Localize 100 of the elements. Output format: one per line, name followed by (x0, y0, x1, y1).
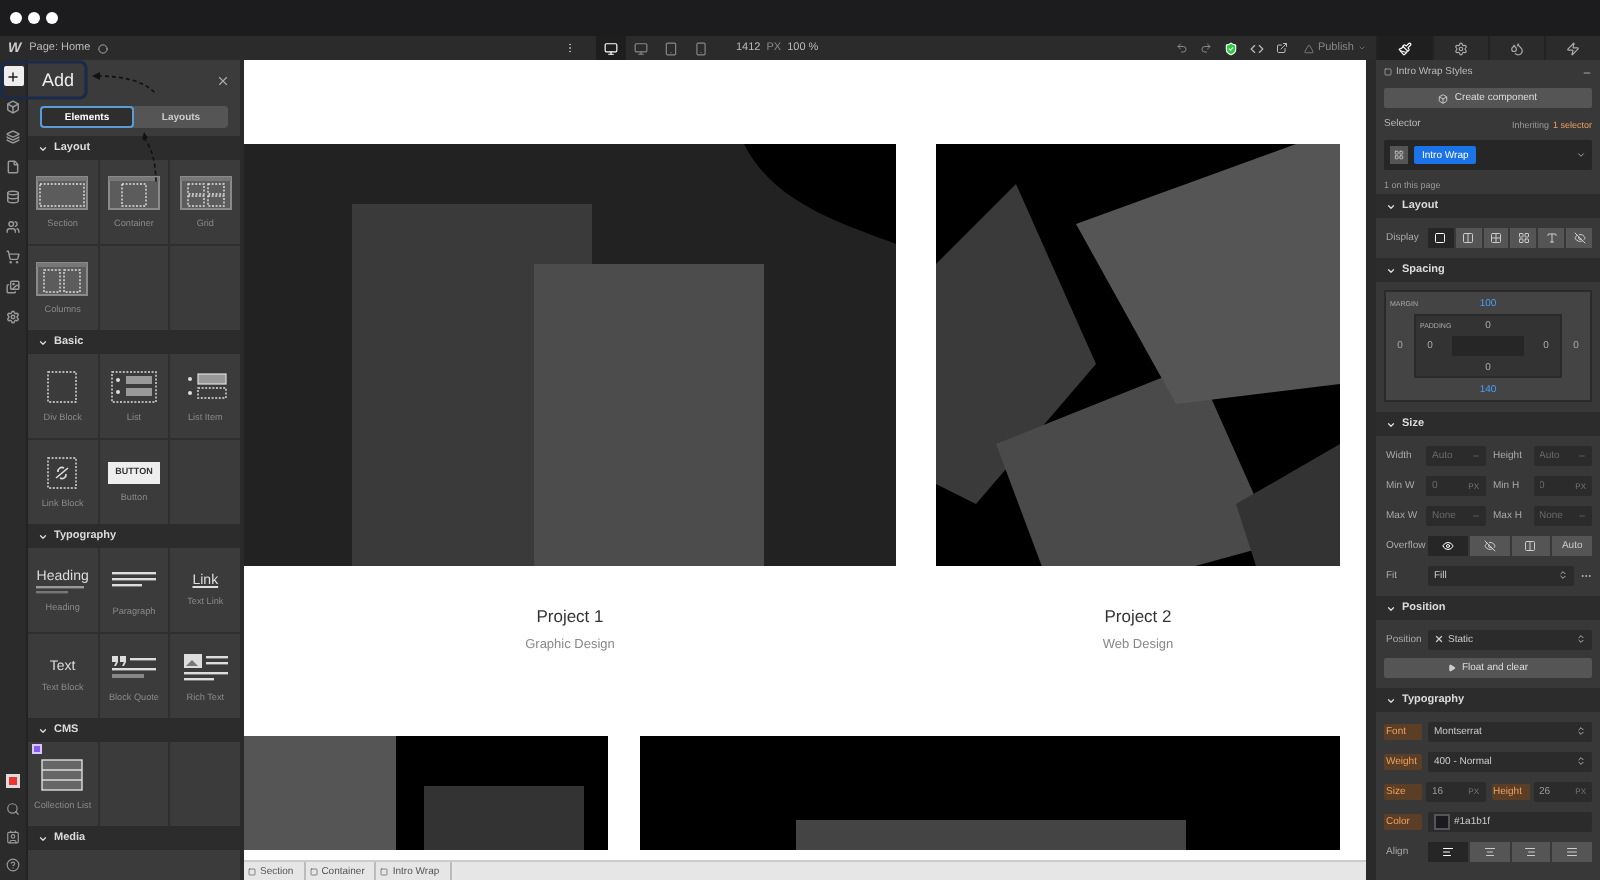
hidden-icon (1573, 231, 1586, 243)
inline-text-button[interactable] (1538, 227, 1565, 247)
layers-button[interactable] (3, 126, 23, 146)
align-center-icon (1483, 845, 1496, 857)
block-icon (1434, 231, 1447, 243)
grid-icon (1490, 231, 1503, 243)
caret-icon (1576, 726, 1586, 736)
justify-button[interactable] (1552, 841, 1592, 861)
lightning-icon (1566, 41, 1580, 55)
search-icon (6, 801, 20, 815)
plus-button[interactable] (3, 66, 23, 86)
page-button[interactable] (3, 156, 23, 176)
square-icon (380, 867, 389, 875)
project-title: Project 2 (1104, 606, 1172, 626)
square-icon (248, 867, 256, 875)
triangle-icon (1447, 664, 1456, 672)
columns-button[interactable] (1511, 535, 1551, 555)
caret-icon (1558, 570, 1568, 580)
columns-icon (1524, 539, 1537, 551)
eye-off-icon (1483, 539, 1496, 551)
collection-list-icon (36, 758, 89, 792)
record-icon (6, 773, 20, 787)
flex-icon (1462, 231, 1475, 243)
symbol-badge (32, 744, 42, 754)
search-button[interactable] (3, 798, 23, 818)
hidden-button[interactable] (1566, 227, 1592, 247)
tablet-icon (664, 41, 678, 55)
justify-icon (1566, 845, 1579, 857)
contact-button[interactable] (3, 826, 23, 846)
desktop-button[interactable] (596, 36, 626, 60)
caret-icon (1576, 634, 1586, 644)
grid-button[interactable] (1483, 227, 1509, 247)
inline-block-icon (1517, 231, 1530, 243)
paintbrush-tab[interactable] (1376, 36, 1432, 60)
window-dot (28, 12, 40, 24)
minus-icon (1582, 67, 1592, 77)
window-dot (46, 12, 58, 24)
selector-icon (1390, 146, 1408, 164)
undo-icon (1175, 42, 1188, 54)
block-quote-icon (107, 650, 160, 684)
project-title: Project 1 (536, 606, 604, 626)
close-button[interactable] (216, 73, 230, 87)
export-icon (1275, 42, 1288, 54)
inline-block-button[interactable] (1510, 227, 1537, 247)
desktop-icon (634, 41, 648, 55)
redo-icon (1199, 42, 1212, 54)
circle-icon (98, 43, 109, 53)
columns-icon (36, 262, 89, 296)
users-button[interactable] (3, 216, 23, 236)
shield-check-icon (1223, 41, 1238, 55)
images-icon (6, 279, 20, 293)
close-icon (216, 73, 230, 87)
record-button[interactable] (3, 770, 23, 790)
checkbox-icon (1384, 68, 1392, 76)
text-lines-icon (36, 585, 85, 593)
help-button[interactable] (3, 854, 23, 874)
flex-button[interactable] (1455, 227, 1482, 247)
cube-icon (6, 99, 20, 113)
align-right-button[interactable] (1511, 841, 1551, 861)
grid-icon (179, 176, 232, 210)
settings-icon (6, 309, 20, 323)
rich-text-icon (179, 650, 232, 684)
highlight-outline (0, 60, 88, 100)
database-button[interactable] (3, 186, 23, 206)
database-icon (6, 189, 20, 203)
settings-icon (1454, 41, 1468, 55)
list-icon (107, 370, 160, 404)
plus-icon (6, 69, 20, 83)
inline-text-icon (1545, 231, 1558, 243)
settings-button[interactable] (3, 306, 23, 326)
square-icon (309, 867, 318, 875)
window-dot (10, 12, 22, 24)
align-right-icon (1524, 845, 1537, 857)
align-center-button[interactable] (1469, 841, 1509, 861)
code-icon (1249, 41, 1264, 55)
caret-icon (1576, 150, 1586, 160)
cube-button[interactable] (3, 96, 23, 116)
align-left-button[interactable] (1428, 841, 1468, 861)
page-icon (6, 159, 20, 173)
contact-icon (6, 829, 20, 843)
dashed-arrow (140, 130, 160, 184)
drops-icon (1510, 41, 1524, 55)
help-icon (6, 857, 20, 871)
desktop-icon (604, 41, 618, 55)
eye-off-button[interactable] (1469, 535, 1509, 555)
users-icon (6, 219, 20, 233)
panel-title: Add (42, 70, 75, 90)
color-swatch (1434, 813, 1450, 829)
cart-button[interactable] (3, 246, 23, 266)
dashed-arrow (90, 70, 160, 96)
cube-icon (1438, 93, 1449, 103)
images-button[interactable] (3, 276, 23, 296)
block-button[interactable] (1428, 227, 1454, 247)
cart-icon (6, 249, 20, 263)
eye-icon (1441, 539, 1454, 551)
paintbrush-icon (1398, 41, 1412, 55)
eye-button[interactable] (1428, 535, 1468, 555)
section-icon (36, 176, 89, 210)
container-icon (107, 176, 160, 210)
cross-icon (1434, 634, 1444, 644)
